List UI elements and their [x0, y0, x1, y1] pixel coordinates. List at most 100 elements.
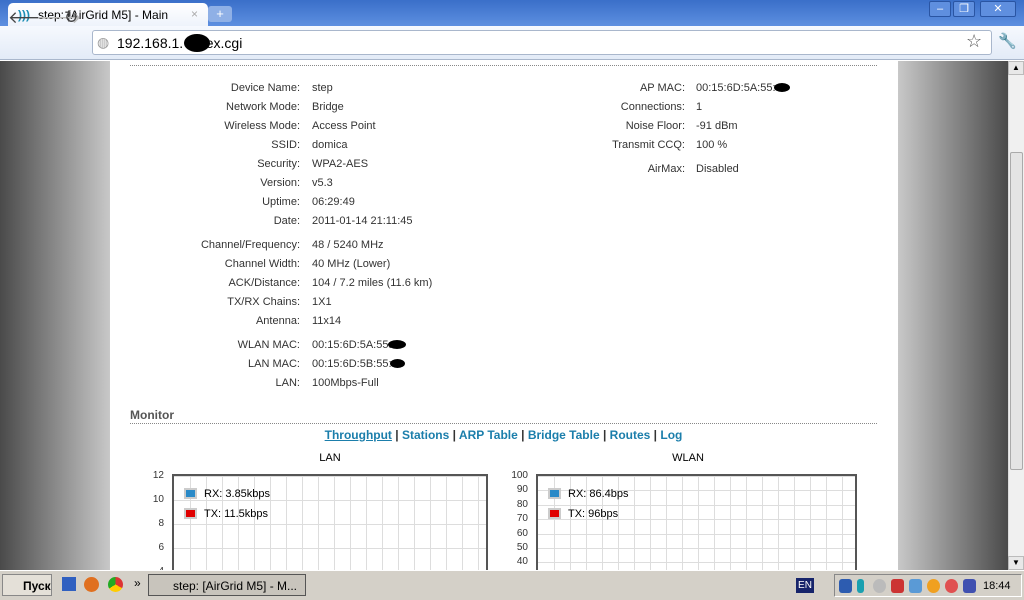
status-label: Version:	[260, 177, 300, 189]
chart-title: WLAN	[672, 452, 704, 464]
minimize-button[interactable]: –	[929, 1, 951, 17]
app-icon[interactable]	[927, 579, 940, 593]
status-value: -91 dBm	[696, 120, 738, 132]
status-label: Channel/Frequency:	[200, 239, 300, 251]
gridline	[538, 562, 855, 564]
status-label: SSID:	[271, 139, 300, 151]
more-chevron-icon[interactable]: »	[134, 576, 141, 590]
status-value: 104 / 7.2 miles (11.6 km)	[312, 277, 433, 289]
status-label: Date:	[273, 215, 300, 227]
reload-button[interactable]: ↻	[64, 8, 78, 28]
scrollbar-thumb[interactable]	[1010, 152, 1023, 470]
status-value: 1X1	[312, 296, 332, 308]
status-label: Antenna:	[255, 315, 300, 327]
scroll-down-button[interactable]: ▼	[1008, 556, 1024, 570]
status-value: 00:15:6D:5A:55:	[696, 82, 776, 94]
usb-icon[interactable]	[857, 579, 864, 593]
monitor-link-stations[interactable]: Stations	[402, 428, 449, 442]
monitor-link-bridge-table[interactable]: Bridge Table	[528, 428, 600, 442]
gridline	[286, 476, 287, 570]
monitor-link-routes[interactable]: Routes	[610, 428, 651, 442]
gridline	[462, 476, 463, 570]
status-label: Network Mode:	[226, 101, 300, 113]
status-label: LAN MAC:	[248, 358, 300, 370]
legend-item: TX: 96bps	[548, 508, 618, 520]
new-tab-button[interactable]: +	[208, 6, 232, 22]
firefox-icon[interactable]	[84, 577, 99, 592]
gridline	[318, 476, 319, 570]
start-button[interactable]: Пуск	[2, 574, 52, 596]
gridline	[270, 476, 271, 570]
status-label: AirMax:	[647, 163, 685, 175]
monitor-links: Throughput | Stations | ARP Table | Brid…	[324, 428, 683, 442]
mute-icon[interactable]	[945, 579, 958, 593]
gridline	[382, 476, 383, 570]
status-value: WPA2-AES	[312, 158, 369, 170]
gridline	[414, 476, 415, 570]
status-label: Channel Width:	[224, 258, 300, 270]
y-tick-label: 60	[516, 527, 528, 539]
gridline	[538, 504, 855, 506]
status-value: 00:15:6D:5B:55:	[312, 358, 392, 370]
tool-icon[interactable]	[963, 579, 976, 593]
y-tick-label: 90	[516, 484, 528, 496]
status-label: LAN:	[275, 377, 300, 389]
y-tick-label: 8	[158, 518, 164, 529]
y-tick-label: 12	[152, 470, 164, 481]
legend-swatch	[548, 508, 561, 519]
update-icon[interactable]	[909, 579, 922, 593]
legend-item: TX: 11.5kbps	[184, 508, 268, 520]
status-value: 11x14	[312, 315, 342, 327]
status-value: v5.3	[312, 177, 333, 189]
status-value: 1	[696, 101, 703, 113]
status-label: Uptime:	[262, 196, 300, 208]
bookmark-star-icon[interactable]: ☆	[966, 31, 982, 52]
status-value: step	[312, 82, 333, 94]
restore-button[interactable]: ❐	[953, 1, 975, 17]
gridline	[538, 533, 855, 535]
legend-label: TX: 96bps	[568, 508, 619, 520]
y-tick-label: 70	[516, 513, 528, 525]
y-tick-label: 100	[511, 470, 528, 481]
status-label: Noise Floor:	[625, 120, 685, 132]
close-tab-icon[interactable]: ×	[191, 7, 198, 21]
legend-swatch	[548, 488, 561, 499]
language-indicator[interactable]: EN	[796, 578, 814, 593]
status-value: 00:15:6D:5A:55:	[312, 339, 392, 351]
sync-icon[interactable]	[873, 579, 886, 593]
status-value: 48 / 5240 MHz	[312, 239, 384, 251]
legend-item: RX: 3.85kbps	[184, 488, 270, 500]
status-label: Transmit CCQ:	[612, 139, 685, 151]
monitor-link-arp-table[interactable]: ARP Table	[459, 428, 518, 442]
status-label: Security:	[257, 158, 300, 170]
wrench-icon[interactable]: 🔧	[998, 32, 1017, 50]
volume-icon[interactable]	[891, 579, 904, 593]
legend-label: RX: 86.4bps	[568, 488, 629, 500]
close-window-button[interactable]: ✕	[980, 1, 1016, 17]
gridline	[430, 476, 431, 570]
gridline	[350, 476, 351, 570]
y-tick-label: 50	[516, 542, 528, 553]
status-label: TX/RX Chains:	[227, 296, 300, 308]
url-text: 192.168.1. index.cgi	[117, 35, 243, 51]
chrome-icon[interactable]	[108, 577, 123, 592]
status-value: 100 %	[696, 139, 728, 151]
status-label: Connections:	[620, 101, 685, 113]
monitor-link-log[interactable]: Log	[660, 428, 682, 442]
redaction	[388, 340, 406, 349]
gridline	[302, 476, 303, 570]
network-icon[interactable]	[839, 579, 852, 593]
save-icon[interactable]	[62, 577, 76, 591]
clock: 18:44	[983, 580, 1011, 592]
monitor-link-throughput[interactable]: Throughput	[325, 428, 392, 442]
legend-item: RX: 86.4bps	[548, 488, 629, 500]
monitor-header: Monitor	[130, 408, 877, 424]
address-bar[interactable]: ◍ 192.168.1. index.cgi	[92, 30, 992, 55]
taskbar-window-button[interactable]: step: [AirGrid M5] - M...	[148, 574, 306, 596]
status-label: AP MAC:	[639, 82, 685, 94]
status-value: 06:29:49	[312, 196, 355, 208]
status-label: WLAN MAC:	[237, 339, 300, 351]
legend-label: TX: 11.5kbps	[204, 508, 268, 520]
scroll-up-button[interactable]: ▲	[1008, 61, 1024, 75]
gridline	[174, 524, 486, 525]
